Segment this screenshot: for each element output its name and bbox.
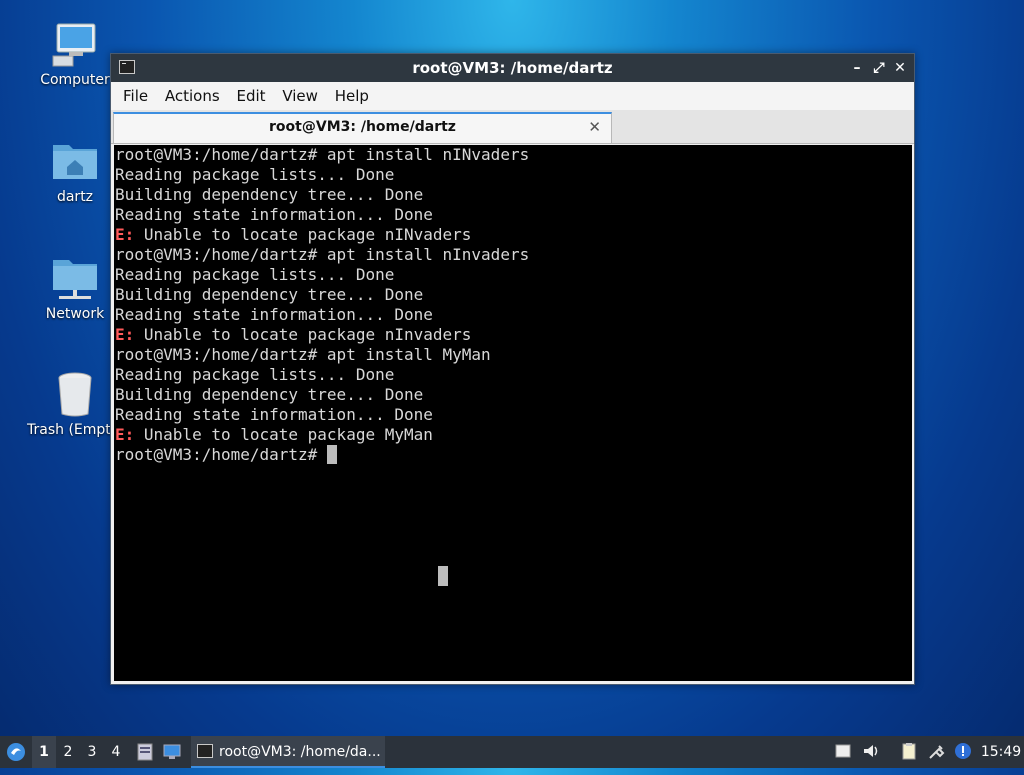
workspace-1[interactable]: 1	[32, 736, 56, 768]
tab-terminal[interactable]: root@VM3: /home/dartz ✕	[113, 112, 612, 143]
window-titlebar[interactable]: root@VM3: /home/dartz – ⤢ ✕	[111, 54, 914, 82]
desktop-icon-trash[interactable]: Trash (Empty)	[27, 370, 111, 438]
workspace-3[interactable]: 3	[80, 736, 104, 768]
tab-bar: root@VM3: /home/dartz ✕	[111, 110, 914, 144]
menu-file[interactable]: File	[123, 87, 148, 105]
terminal-line: Building dependency tree... Done	[115, 385, 424, 404]
terminal-line: Reading package lists... Done	[115, 165, 395, 184]
desktop-icon-label: Trash (Empty)	[27, 422, 111, 438]
update-icon[interactable]	[954, 742, 972, 760]
menu-actions[interactable]: Actions	[165, 87, 220, 105]
terminal-line: Reading package lists... Done	[115, 265, 395, 284]
menu-view[interactable]: View	[282, 87, 318, 105]
task-label: root@VM3: /home/da...	[219, 744, 381, 760]
menu-help[interactable]: Help	[335, 87, 369, 105]
desktop-icon-label: Computer	[40, 72, 110, 88]
network-folder-icon	[51, 254, 99, 302]
terminal-prompt: root@VM3:/home/dartz#	[115, 445, 327, 464]
terminal-line: Reading package lists... Done	[115, 365, 395, 384]
minimize-button[interactable]: –	[848, 54, 866, 82]
clock[interactable]: 15:49	[978, 736, 1024, 768]
window-title: root@VM3: /home/dartz	[412, 59, 613, 77]
desktop-icon-computer[interactable]: Computer	[27, 20, 123, 88]
maximize-button[interactable]: ⤢	[870, 54, 888, 82]
desktop-icon-label: Network	[45, 306, 105, 322]
workspace-2[interactable]: 2	[56, 736, 80, 768]
error-prefix: E:	[115, 225, 135, 244]
computer-icon	[51, 20, 99, 68]
file-manager-launcher-icon[interactable]	[134, 736, 156, 768]
terminal-window: root@VM3: /home/dartz – ⤢ ✕ File Actions…	[110, 53, 915, 685]
taskbar: 1 2 3 4 root@VM3: /home/da... 15:49	[0, 736, 1024, 768]
tab-close-button[interactable]: ✕	[588, 114, 601, 141]
desktop-icon-network[interactable]: Network	[27, 254, 123, 322]
terminal-line: root@VM3:/home/dartz# apt install nINvad…	[115, 145, 530, 164]
desktop-icon-home[interactable]: dartz	[27, 137, 123, 205]
terminal-line: Reading state information... Done	[115, 205, 433, 224]
terminal-prompt-line: root@VM3:/home/dartz#	[115, 445, 912, 465]
error-prefix: E:	[115, 425, 135, 444]
terminal-line: E: Unable to locate package MyMan	[115, 425, 433, 444]
lxqt-logo-icon	[7, 743, 25, 761]
taskbar-task-terminal[interactable]: root@VM3: /home/da...	[191, 736, 385, 768]
tab-label: root@VM3: /home/dartz	[269, 119, 456, 135]
terminal-icon	[197, 744, 213, 758]
network-icon[interactable]	[928, 742, 946, 760]
start-menu-button[interactable]	[2, 736, 30, 768]
close-button[interactable]: ✕	[891, 54, 909, 82]
error-prefix: E:	[115, 325, 135, 344]
show-desktop-icon[interactable]	[160, 736, 184, 768]
terminal-line: root@VM3:/home/dartz# apt install nInvad…	[115, 245, 530, 264]
terminal-line: Reading state information... Done	[115, 305, 433, 324]
workspace-4[interactable]: 4	[104, 736, 128, 768]
terminal-line: E: Unable to locate package nINvaders	[115, 225, 472, 244]
volume-icon[interactable]	[862, 742, 880, 760]
menu-bar: File Actions Edit View Help	[111, 82, 914, 110]
notes-icon[interactable]	[834, 742, 852, 760]
trash-icon	[51, 370, 99, 418]
ibeam-mouse-cursor	[438, 566, 448, 586]
desktop-icon-label: dartz	[56, 189, 94, 205]
terminal-line: Building dependency tree... Done	[115, 185, 424, 204]
home-folder-icon	[51, 137, 99, 185]
terminal-icon	[119, 60, 135, 74]
clipboard-icon[interactable]	[900, 742, 918, 760]
menu-edit[interactable]: Edit	[236, 87, 265, 105]
text-cursor	[326, 445, 337, 464]
terminal-line: root@VM3:/home/dartz# apt install MyMan	[115, 345, 491, 364]
terminal-line: E: Unable to locate package nInvaders	[115, 325, 472, 344]
terminal-output[interactable]: root@VM3:/home/dartz# apt install nINvad…	[114, 145, 912, 681]
terminal-line: Building dependency tree... Done	[115, 285, 424, 304]
terminal-line: Reading state information... Done	[115, 405, 433, 424]
